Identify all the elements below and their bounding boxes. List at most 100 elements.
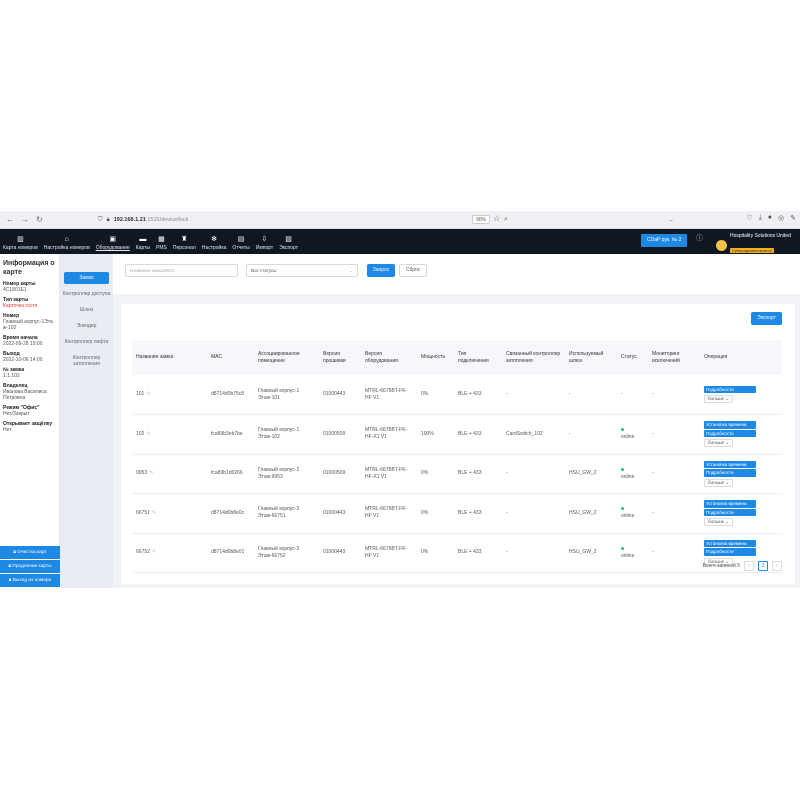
page-button[interactable]: 1 [758,561,768,571]
col-operation: Операция [700,340,782,375]
address-bar[interactable]: ⛉ 🔒︎ 192.168.1.21:1515/device/lock [98,214,506,226]
status-select[interactable]: Все статусы ⌄ [246,264,358,277]
edit-icon[interactable]: ✎ [152,510,156,516]
submenu-lock[interactable]: Замок [64,272,109,284]
cell-room: Главный корпус-2 Этаж-9953 [254,454,319,494]
set-time-button[interactable]: Установка времени [704,421,756,429]
info-field-value: Карточка гостя [3,303,38,309]
col-room: Ассоциированное помещение [254,340,319,375]
edit-icon[interactable]: ✎ [146,431,150,437]
next-page-button[interactable]: › [772,561,782,571]
reload-icon[interactable]: ↻ [36,215,43,224]
person-icon: ♜ [181,236,188,243]
details-button[interactable]: Подробности [704,385,756,394]
info-field: Тип карты Карточка гостя [3,297,56,309]
nav-room-map[interactable]: ▥ Карта номеров [0,229,41,254]
cell-hardware: MTRL-6675BT-FK-HF V1 [361,533,417,573]
info-field-value: 4C1801E1 [3,287,27,293]
lock-icon: 🔒︎ [106,216,110,223]
nav-cards[interactable]: ▬ Карты [133,229,153,254]
go-arrow-icon[interactable]: → [667,217,674,224]
submenu-access-controller[interactable]: Контроллер доступа [60,288,113,300]
extension-pen-icon[interactable]: ✎ [790,214,796,222]
forward-icon[interactable]: → [21,215,29,224]
back-icon[interactable]: ← [6,215,14,224]
edit-icon[interactable]: ✎ [152,549,156,555]
submenu-flood-controller[interactable]: Контроллер затопления [60,352,113,370]
info-icon[interactable]: ⓘ [696,233,703,243]
cell-firmware: 01000443 [319,375,361,415]
submenu-elevator-controller[interactable]: Контроллер лифта [60,336,113,348]
cell-operation: Установка времени Подробности больше ⌄ [700,414,782,455]
bookmark-star-icon[interactable]: ☆ [493,214,500,223]
submenu-gateway[interactable]: Шлюз [60,304,113,316]
set-time-button[interactable]: Установка времени [704,500,756,508]
browser-search[interactable]: ⌕ → [504,214,674,226]
query-button[interactable]: Запрос [367,264,395,277]
online-dot-icon [621,546,644,553]
cell-operation: Установка времени Подробности больше ⌄ [700,493,782,534]
hotel-selector-button[interactable]: CDaP рук. № 2 [641,234,688,247]
nav-import[interactable]: ⇩ Импорт [253,229,276,254]
chrome-icon[interactable]: ◎ [778,214,784,222]
nav-equipment[interactable]: ▣ Оборудование [93,229,133,254]
cell-gateway: HSU_GW_2 [565,454,617,494]
nav-settings[interactable]: ✻ Настройка [199,229,230,254]
more-dropdown[interactable]: больше ⌄ [704,478,734,487]
info-field-value: 2022-10-06 14:00 [3,357,43,363]
edit-icon[interactable]: ✎ [146,391,150,397]
info-field-value: Нет [3,427,12,433]
nav-export[interactable]: ▧ Экспорт [276,229,301,254]
pms-icon: ▦ [158,236,165,243]
more-label: больше [708,396,725,402]
devices-table: Название замка MAC Ассоциированное помещ… [132,340,782,573]
nav-pms[interactable]: ▦ PMS [153,229,170,254]
details-button[interactable]: Подробности [704,429,756,438]
status-text: online [621,552,635,559]
details-button[interactable]: Подробности [704,508,756,517]
details-button[interactable]: Подробности [704,469,756,477]
nav-room-settings[interactable]: ⌂ Настройка номеров [41,229,93,254]
details-button[interactable]: Подробности [704,548,756,556]
zoom-level[interactable]: 90% [472,215,491,224]
more-label: больше [708,440,725,446]
cell-gateway: - [565,375,617,415]
prev-page-button[interactable]: ‹ [744,561,754,571]
clear-card-button[interactable]: 🔒︎ Очистка карт [0,546,60,560]
set-time-button[interactable]: Установка времени [704,539,756,548]
nav-staff[interactable]: ♜ Персонал [170,229,199,254]
online-dot-icon [621,467,644,474]
more-dropdown[interactable]: больше ⌄ [704,439,734,448]
table-row: 101 ✎ d8714d0b75c8 Главный корпус-1 Этаж-10… [132,375,782,415]
more-label: больше [708,519,725,525]
download-icon[interactable]: ⤓ [759,214,762,222]
cell-power: 0% [417,533,454,573]
nav-reports[interactable]: ▤ Отчеты [229,229,252,254]
info-field: № замка 1.1.102 [3,367,56,379]
gear-icon: ✻ [211,236,218,243]
cell-flood-controller: - [502,493,565,534]
edit-icon[interactable]: ✎ [149,470,153,476]
search-input[interactable]: Название замка/MAC [125,264,238,277]
table-row: 9953 ✎ fca89b1d0266 Главный корпус-2 Этаж-9… [132,454,782,494]
export-button[interactable]: Экспорт [751,312,782,325]
extension-icon[interactable]: ● [768,214,772,222]
pocket-icon[interactable]: ♡ [746,214,752,222]
reset-button[interactable]: Сброс [399,264,427,277]
extend-card-button[interactable]: 🔒︎ Продление карты [0,560,60,574]
set-time-button[interactable]: Установка времени [704,460,756,469]
cell-connection: BLE + 433 [454,533,502,573]
info-field: Открывает защёлку Нет [3,421,56,433]
checkout-button[interactable]: 🔒︎ Выход из номера [0,574,60,588]
cell-firmware: 01000509 [319,414,361,455]
more-dropdown[interactable]: больше ⌄ [704,518,734,527]
table-row: 66752 ✎ d8714d0b8e01 Главный корпус-3 Этаж-… [132,533,782,573]
submenu-encoder[interactable]: Энкодер [60,320,113,332]
main-content: Название замка/MAC Все статусы ⌄ Запрос … [113,254,800,588]
search-icon: ⌕ [504,216,508,223]
calendar-icon: ▤ [237,236,245,243]
cell-firmware: 01000443 [319,493,361,534]
more-dropdown[interactable]: больше ⌄ [704,395,734,404]
cell-hardware: MTRL-6675BT-FK-HF-X1 V1 [361,414,417,455]
cell-connection: BLE + 433 [454,454,502,494]
